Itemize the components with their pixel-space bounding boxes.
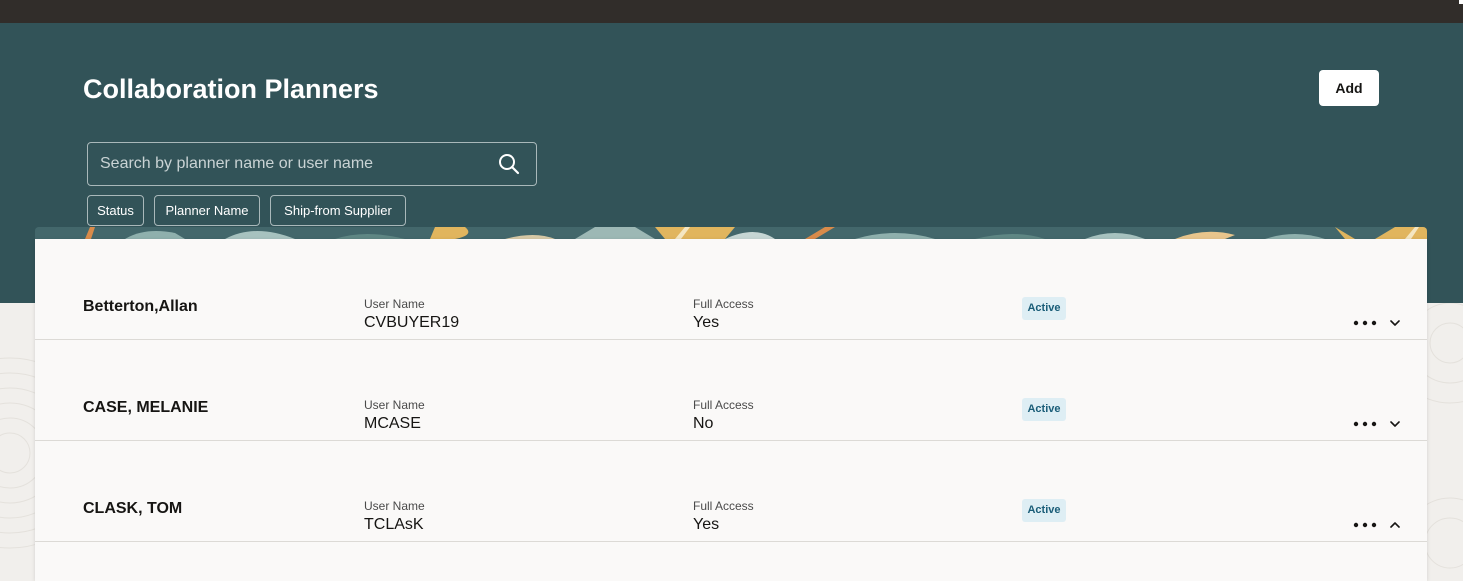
planner-name: Betterton,Allan — [83, 298, 198, 315]
more-actions-icon[interactable] — [1353, 519, 1377, 531]
chevron-down-icon[interactable] — [1389, 317, 1401, 329]
decorative-banner — [35, 227, 1427, 239]
page-title: Collaboration Planners — [83, 74, 379, 104]
status-badge: Active — [1022, 297, 1066, 320]
chevron-down-icon[interactable] — [1389, 418, 1401, 430]
user-name-label: User Name — [364, 398, 425, 412]
user-name-value: MCASE — [364, 415, 421, 432]
chevron-up-icon[interactable] — [1389, 519, 1401, 531]
table-row[interactable]: CASE, MELANIE User Name MCASE Full Acces… — [35, 340, 1427, 441]
planner-list: Betterton,Allan User Name CVBUYER19 Full… — [35, 239, 1427, 581]
more-actions-icon[interactable] — [1353, 317, 1377, 329]
add-planner-button[interactable]: Add — [1319, 70, 1379, 106]
status-badge: Active — [1022, 398, 1066, 421]
top-bar — [0, 0, 1463, 23]
table-row[interactable]: CLASK, TOM User Name TCLAsK Full Access … — [35, 441, 1427, 542]
full-access-value: Yes — [693, 314, 720, 331]
table-row[interactable]: Betterton,Allan User Name CVBUYER19 Full… — [35, 239, 1427, 340]
filter-chip-planner-name[interactable]: Planner Name — [154, 195, 260, 226]
search-icon[interactable] — [498, 153, 520, 175]
filter-chip-ship-from-supplier[interactable]: Ship-from Supplier — [270, 195, 406, 226]
status-badge: Active — [1022, 499, 1066, 522]
full-access-label: Full Access — [693, 499, 754, 513]
user-name-label: User Name — [364, 499, 425, 513]
planner-name: CLASK, TOM — [83, 500, 183, 517]
user-name-label: User Name — [364, 297, 425, 311]
search-input[interactable] — [88, 143, 490, 185]
search-box — [87, 142, 537, 186]
planner-name: CASE, MELANIE — [83, 399, 209, 416]
user-name-value: CVBUYER19 — [364, 314, 460, 331]
full-access-value: Yes — [693, 516, 720, 533]
full-access-label: Full Access — [693, 398, 754, 412]
more-actions-icon[interactable] — [1353, 418, 1377, 430]
filter-chip-status[interactable]: Status — [87, 195, 144, 226]
user-name-value: TCLAsK — [364, 516, 424, 533]
top-bar-corner — [1459, 0, 1463, 4]
full-access-label: Full Access — [693, 297, 754, 311]
full-access-value: No — [693, 415, 714, 432]
